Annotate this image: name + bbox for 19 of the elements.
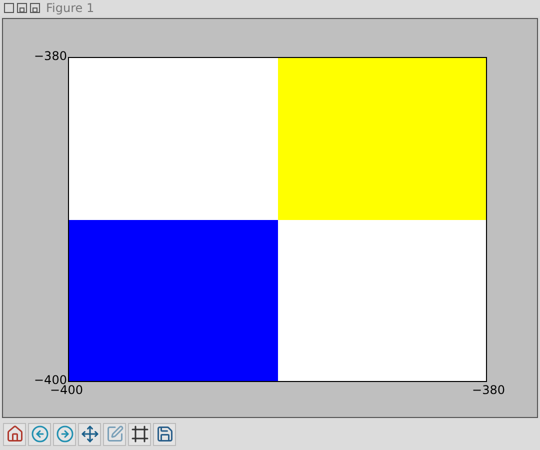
x-tick-label: −380 — [472, 384, 505, 396]
move-arrows-icon — [80, 425, 98, 443]
window-control-icon[interactable] — [17, 3, 27, 13]
home-icon — [6, 425, 24, 443]
y-tick-label: −380 — [34, 50, 67, 62]
home-button[interactable] — [3, 422, 26, 446]
forward-arrow-button[interactable] — [53, 422, 76, 446]
window-control-icon[interactable] — [4, 3, 14, 13]
window-title: Figure 1 — [46, 2, 94, 14]
save-button[interactable] — [153, 422, 176, 446]
save-icon — [156, 425, 174, 443]
y-tick-label: −400 — [34, 374, 67, 386]
frame-icon — [130, 425, 148, 443]
x-tick-label: −400 — [50, 384, 83, 396]
frame-button[interactable] — [128, 422, 151, 446]
pencil-icon — [106, 425, 124, 443]
back-arrow-button[interactable] — [28, 422, 51, 446]
window-control-icon[interactable] — [30, 3, 40, 13]
move-arrows-button[interactable] — [78, 422, 101, 446]
